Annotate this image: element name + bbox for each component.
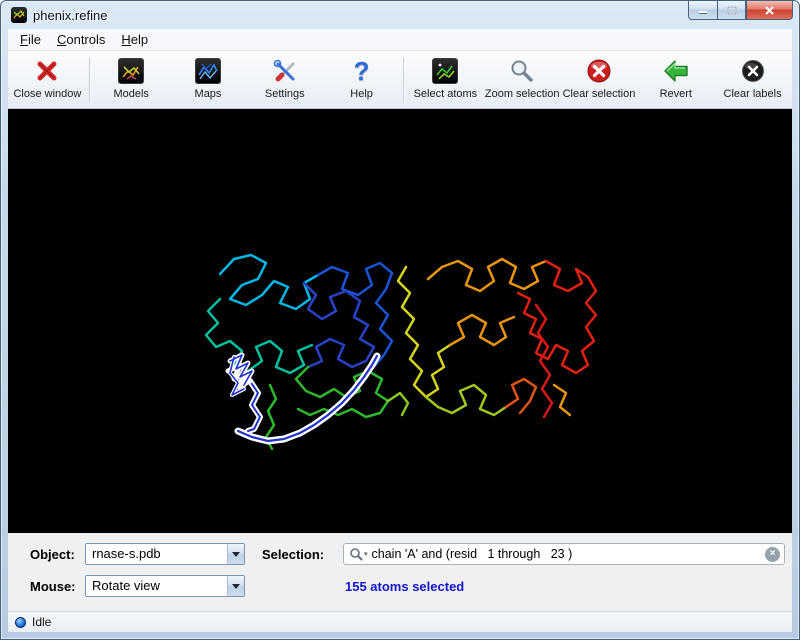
clear-labels-icon	[740, 56, 766, 86]
tool-label: Maps	[195, 88, 222, 100]
chevron-down-icon	[227, 576, 244, 596]
menu-file[interactable]: File	[12, 30, 49, 49]
object-dropdown[interactable]: rnase-s.pdb	[85, 543, 245, 565]
tool-label: Zoom selection	[485, 88, 560, 100]
app-icon	[11, 7, 27, 23]
revert-icon	[663, 56, 689, 86]
help-button[interactable]: ? Help	[323, 53, 400, 108]
close-window-button[interactable]: Close window	[9, 53, 86, 108]
chevron-down-icon: ▾	[364, 550, 368, 558]
close-button[interactable]	[746, 1, 793, 20]
window-title: phenix.refine	[33, 8, 107, 23]
object-label: Object:	[30, 547, 85, 562]
minimize-button[interactable]	[688, 1, 717, 20]
tool-label: Models	[113, 88, 148, 100]
atoms-selected-text: 155 atoms selected	[345, 579, 464, 594]
zoom-selection-icon	[509, 56, 535, 86]
tool-label: Revert	[660, 88, 692, 100]
maps-button[interactable]: Maps	[170, 53, 247, 108]
mouse-row: Mouse: Rotate view 155 atoms selected	[8, 573, 792, 599]
settings-button[interactable]: Settings	[246, 53, 323, 108]
clear-labels-button[interactable]: Clear labels	[714, 53, 791, 108]
toolbar-separator	[89, 58, 90, 103]
tool-label: Help	[350, 88, 373, 100]
help-icon: ?	[354, 56, 370, 86]
control-panel: Object: rnase-s.pdb Selection: ▾ chain '…	[8, 533, 792, 611]
statusbar: Idle	[8, 611, 792, 632]
search-icon[interactable]: ▾	[344, 547, 372, 561]
maximize-button[interactable]	[717, 1, 746, 20]
phenix-refine-window: phenix.refine File Controls Help Close w…	[0, 0, 800, 640]
molecule-render	[8, 109, 792, 533]
tool-label: Clear selection	[563, 88, 636, 100]
object-row: Object: rnase-s.pdb Selection: ▾ chain '…	[8, 541, 792, 567]
status-led-icon	[15, 617, 26, 628]
toolbar: Close window Models Maps Settings ? Help	[8, 51, 792, 109]
clear-input-icon[interactable]: ×	[765, 547, 780, 562]
close-window-icon	[34, 56, 60, 86]
tool-label: Select atoms	[414, 88, 478, 100]
mouse-dropdown[interactable]: Rotate view	[85, 575, 245, 597]
molecule-viewport[interactable]	[8, 109, 792, 533]
chevron-down-icon	[227, 544, 244, 564]
clear-selection-icon	[586, 56, 612, 86]
selection-label: Selection:	[262, 547, 335, 562]
maps-icon	[195, 56, 221, 86]
menubar: File Controls Help	[8, 29, 792, 51]
clear-selection-button[interactable]: Clear selection	[561, 53, 638, 108]
select-atoms-icon	[432, 56, 458, 86]
tool-label: Settings	[265, 88, 305, 100]
selection-value[interactable]: chain 'A' and (resid 1 through 23 )	[372, 547, 765, 561]
zoom-selection-button[interactable]: Zoom selection	[484, 53, 561, 108]
menu-controls[interactable]: Controls	[49, 30, 113, 49]
object-dropdown-value: rnase-s.pdb	[86, 544, 227, 564]
tool-label: Close window	[13, 88, 81, 100]
tool-label: Clear labels	[724, 88, 782, 100]
caption-buttons	[688, 1, 793, 20]
revert-button[interactable]: Revert	[637, 53, 714, 108]
models-button[interactable]: Models	[93, 53, 170, 108]
menu-help[interactable]: Help	[113, 30, 156, 49]
toolbar-separator	[403, 58, 404, 103]
mouse-dropdown-value: Rotate view	[86, 576, 227, 596]
models-icon	[118, 56, 144, 86]
mouse-label: Mouse:	[30, 579, 85, 594]
titlebar[interactable]: phenix.refine	[1, 1, 799, 29]
selection-input[interactable]: ▾ chain 'A' and (resid 1 through 23 ) ×	[343, 543, 785, 565]
settings-icon	[272, 56, 298, 86]
select-atoms-button[interactable]: Select atoms	[407, 53, 484, 108]
status-text: Idle	[32, 615, 51, 629]
